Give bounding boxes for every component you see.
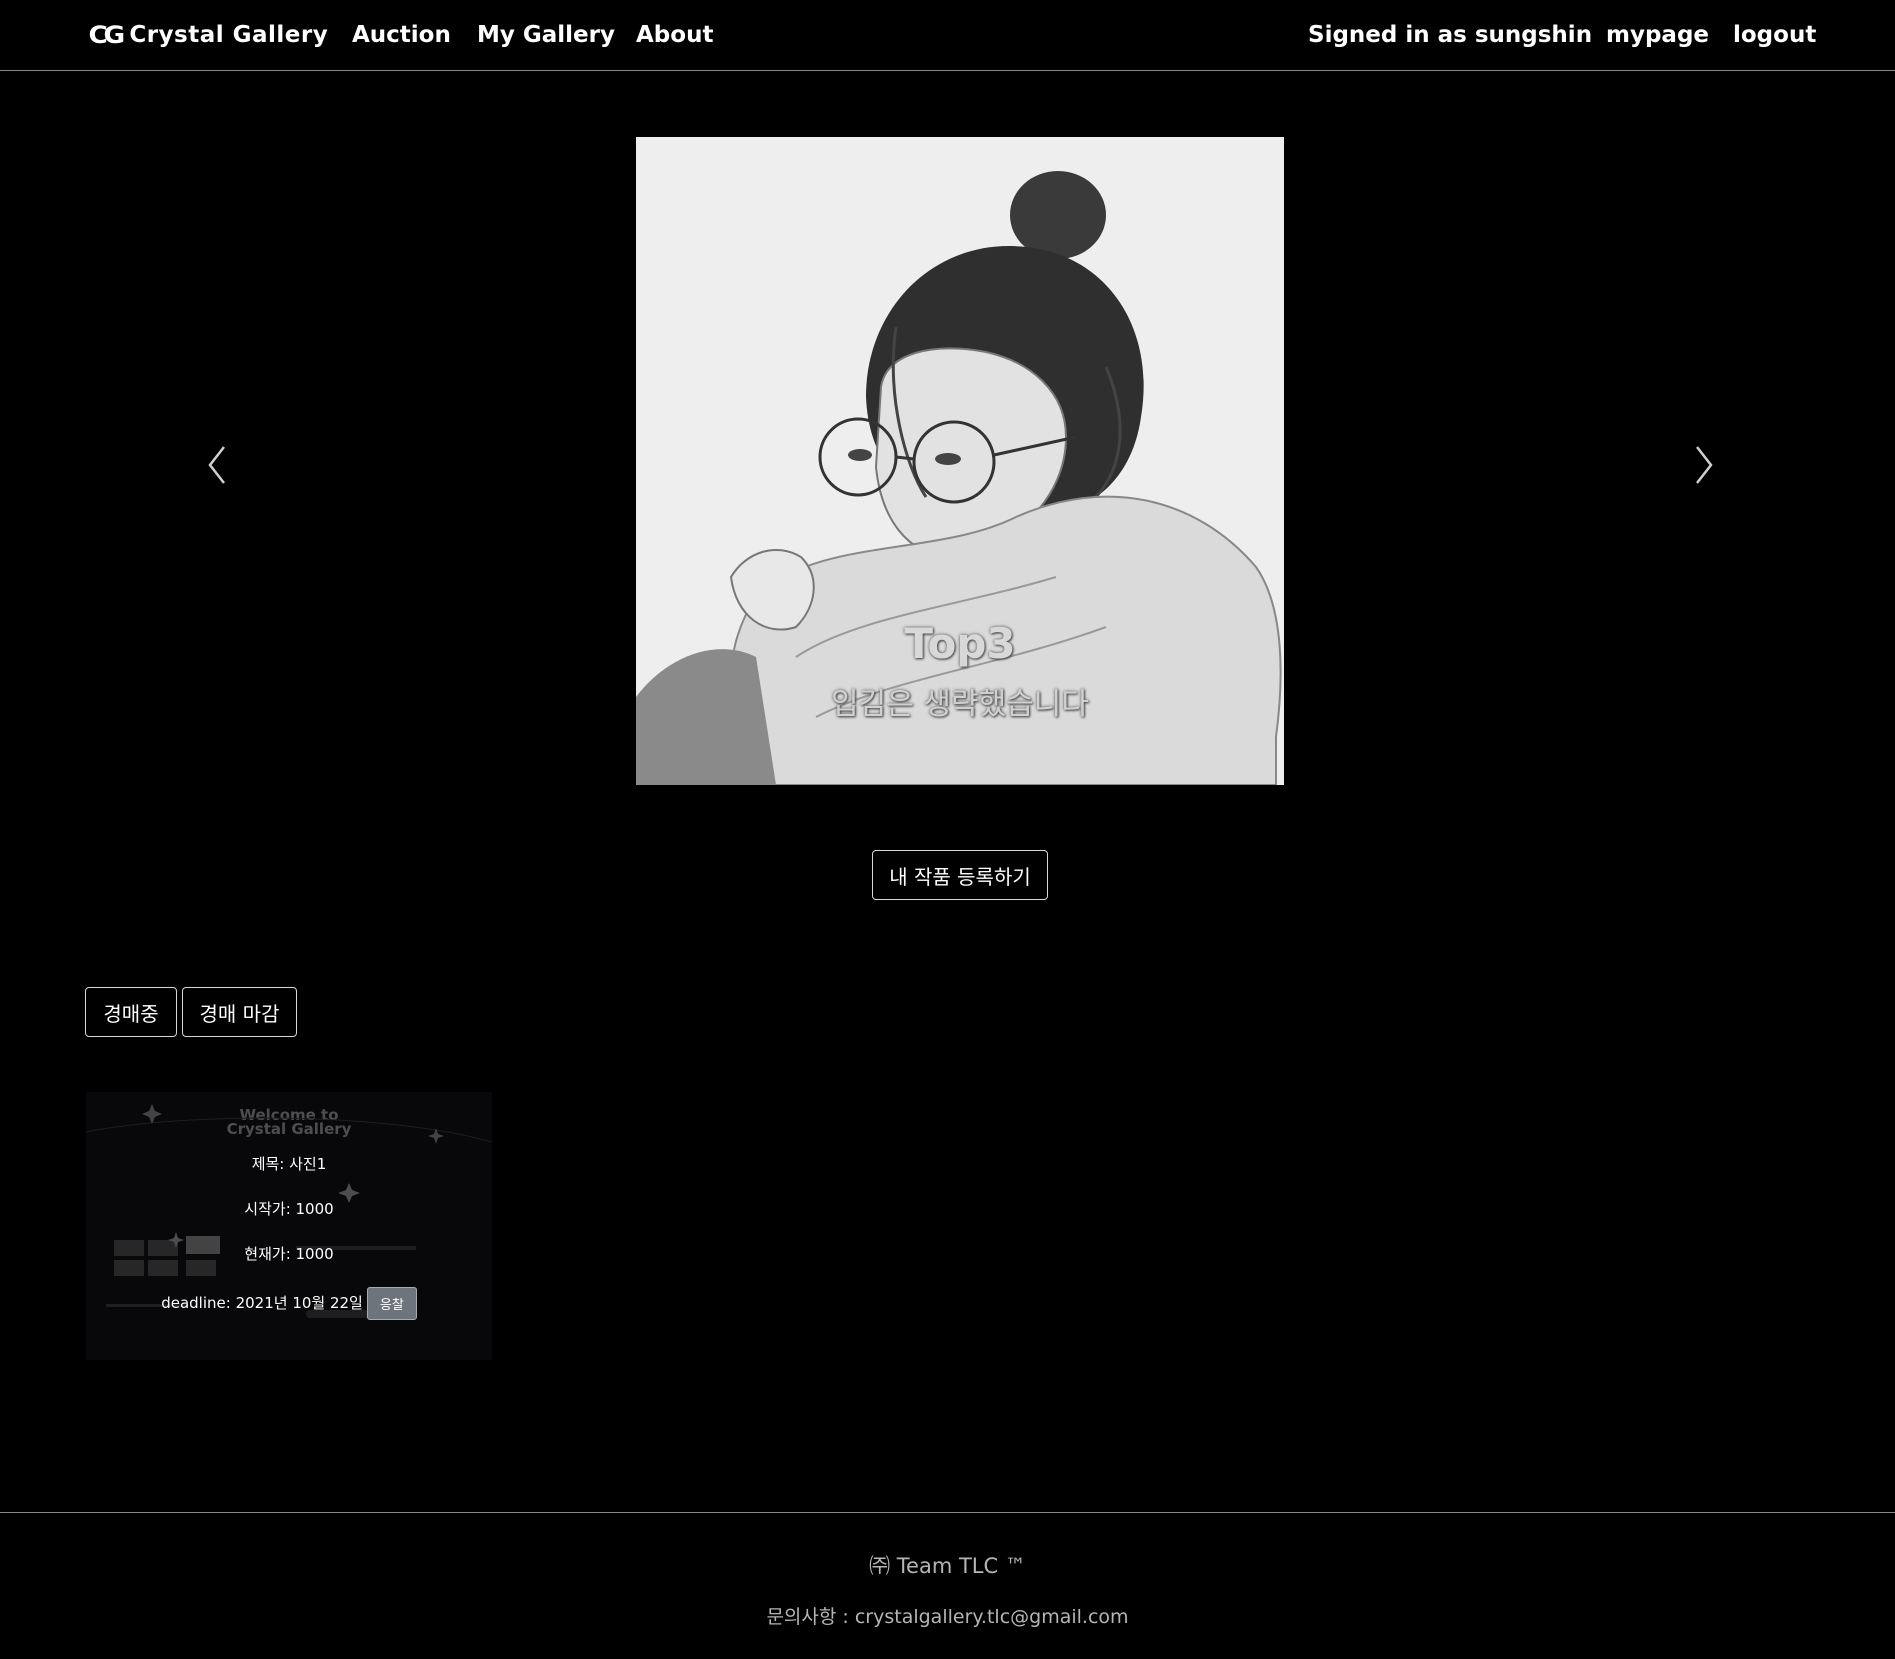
chevron-right-icon: [1696, 446, 1713, 484]
filter-closed-button[interactable]: 경매 마감: [182, 987, 297, 1037]
footer: ㈜ Team TLC ™ 문의사항 : crystalgallery.tlc@g…: [0, 1512, 1895, 1659]
nav-link-auction[interactable]: Auction: [352, 17, 451, 53]
brand-name: Crystal Gallery: [129, 22, 329, 48]
register-artwork-button[interactable]: 내 작품 등록하기: [872, 850, 1048, 900]
bid-button[interactable]: 응찰: [366, 1287, 417, 1320]
carousel: Top3 입김은 생략했습니다: [0, 137, 1895, 785]
brand-link[interactable]: CG Crystal Gallery: [88, 17, 329, 53]
brand-logo-icon: CG: [88, 21, 126, 49]
card-title: 제목: 사진1: [251, 1155, 327, 1173]
signed-in-text: Signed in as sungshin: [1308, 22, 1593, 48]
filter-ongoing-button[interactable]: 경매중: [85, 987, 177, 1037]
card-current-price: 현재가: 1000: [244, 1245, 334, 1263]
mypage-link[interactable]: mypage: [1606, 17, 1709, 53]
card-deadline-row: deadline: 2021년 10월 22일 응찰: [86, 1287, 492, 1320]
chevron-left-icon: [208, 446, 225, 484]
card-deadline: deadline: 2021년 10월 22일: [161, 1294, 363, 1312]
thumb-title-line2: Crystal Gallery: [227, 1120, 352, 1138]
footer-contact: 문의사항 : crystalgallery.tlc@gmail.com: [766, 1606, 1129, 1628]
navbar: CG Crystal Gallery Auction My Gallery Ab…: [0, 0, 1895, 71]
carousel-caption-title: Top3: [904, 619, 1016, 668]
carousel-caption-subtitle: 입김은 생략했습니다: [831, 687, 1089, 722]
nav-link-about[interactable]: About: [636, 17, 713, 53]
footer-company: ㈜ Team TLC ™: [869, 1554, 1026, 1578]
card-start-price: 시작가: 1000: [244, 1200, 334, 1218]
logout-link[interactable]: logout: [1733, 17, 1816, 53]
auction-card[interactable]: Welcome to Crystal Gallery 제목: 사진1 시작가: …: [86, 1092, 492, 1360]
carousel-slide: Top3 입김은 생략했습니다: [636, 137, 1284, 785]
carousel-next-button[interactable]: [1684, 435, 1724, 495]
carousel-prev-button[interactable]: [197, 435, 237, 495]
nav-link-my-gallery[interactable]: My Gallery: [477, 17, 615, 53]
